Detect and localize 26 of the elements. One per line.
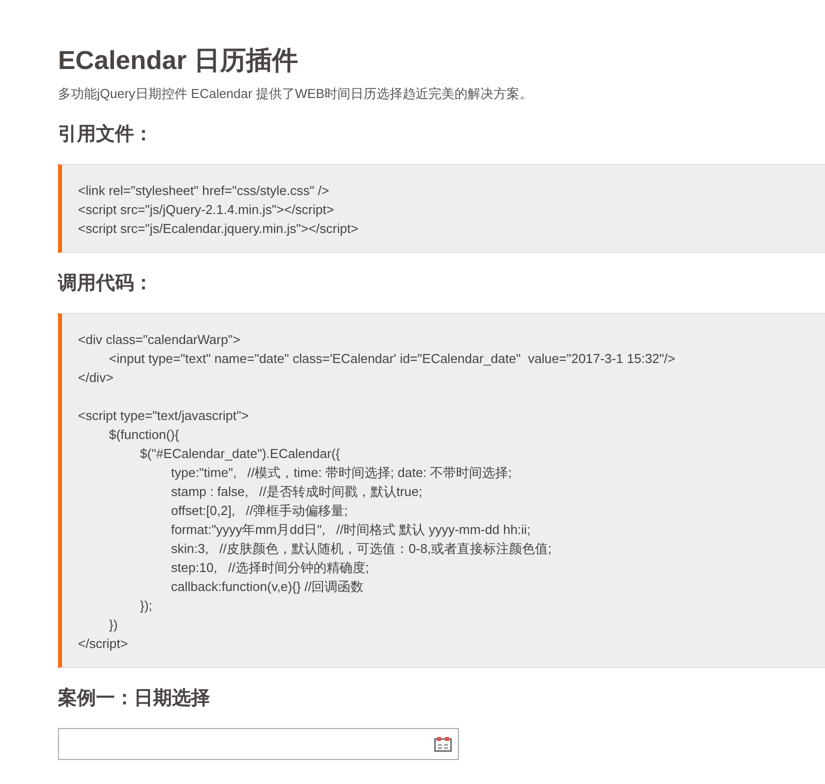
intro-text: 多功能jQuery日期控件 ECalendar 提供了WEB时间日历选择趋近完美的解决方案。: [58, 85, 534, 103]
code-line: stamp : false, //是否转成时间戳，默认true;: [171, 483, 424, 501]
section-heading: 案例一：日期选择: [58, 686, 211, 711]
calendar-icon[interactable]: [434, 736, 452, 752]
code-line: <script src="js/jQuery-2.1.4.min.js"></script>: [78, 201, 335, 219]
code-line: $("#ECalendar_date").ECalendar({: [140, 445, 342, 463]
code-line: });: [140, 597, 154, 615]
code-line: }): [109, 616, 119, 634]
code-line: format:"yyyy年mm月dd日", //时间格式 默认 yyyy-mm-dd hh:ii;: [171, 521, 532, 539]
code-line: <div class="calendarWarp">: [78, 331, 242, 349]
code-line: <link rel="stylesheet" href="css/style.css" />: [78, 182, 330, 200]
code-line: <script type="text/javascript">: [78, 407, 250, 425]
date-field[interactable]: [58, 728, 459, 760]
code-line: <script src="js/Ecalendar.jquery.min.js"></script>: [78, 220, 360, 238]
page-title: ECalendar 日历插件: [58, 44, 299, 77]
code-line: </script>: [78, 635, 129, 653]
section-heading: 调用代码：: [58, 272, 154, 296]
code-line: </div>: [78, 369, 114, 387]
code-line: offset:[0,2], //弹框手动偏移量;: [171, 502, 349, 520]
code-line: $(function(){: [109, 426, 180, 444]
code-line: step:10, //选择时间分钟的精确度;: [171, 559, 370, 577]
section-heading: 引用文件：: [58, 122, 154, 147]
code-line: skin:3, //皮肤颜色，默认随机，可选值：0-8,或者直接标注颜色值;: [171, 540, 553, 558]
code-line: callback:function(v,e){} //回调函数: [171, 578, 365, 596]
code-line: type:"time", //模式，time: 带时间选择; date: 不带时间选择;: [171, 464, 513, 482]
code-line: <input type="text" name="date" class='ECalendar' id="ECalendar_date" value="2017-3-1 15:32"/>: [109, 350, 676, 368]
